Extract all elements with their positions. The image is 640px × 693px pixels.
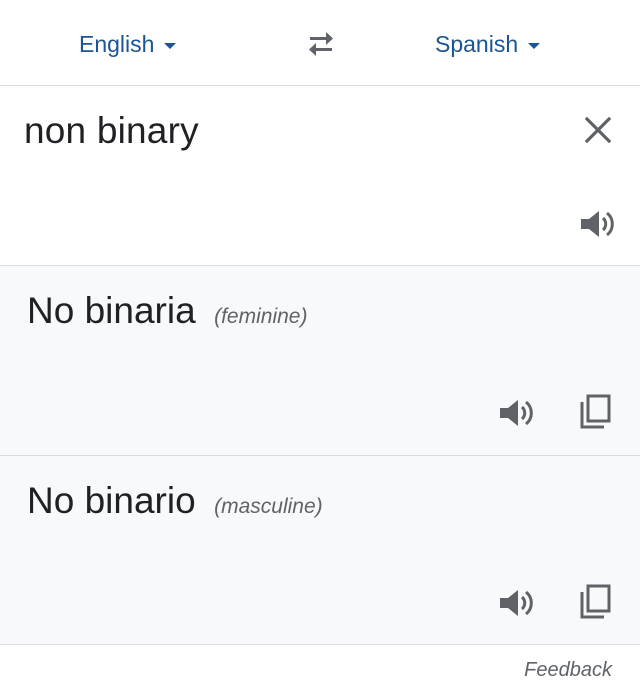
gender-label: (masculine) <box>214 495 323 518</box>
swap-arrows-icon[interactable] <box>301 28 341 60</box>
copy-icon[interactable] <box>578 584 612 620</box>
result-line: No binaria (feminine) <box>27 290 307 332</box>
speaker-icon[interactable] <box>497 396 535 430</box>
source-language-button[interactable]: English <box>79 28 177 60</box>
translation-result-feminine: No binaria (feminine) <box>0 266 640 456</box>
speaker-icon[interactable] <box>578 207 616 241</box>
caret-down-icon <box>164 42 177 49</box>
target-language-label: Spanish <box>435 30 519 57</box>
close-icon[interactable] <box>582 114 614 146</box>
source-text[interactable]: non binary <box>24 110 199 152</box>
target-language-button[interactable]: Spanish <box>435 28 541 60</box>
footer: Feedback <box>0 645 640 693</box>
translated-text: No binaria <box>27 290 196 331</box>
result-line: No binario (masculine) <box>27 480 323 522</box>
source-input-area[interactable]: non binary <box>0 86 640 266</box>
caret-down-icon <box>528 42 541 49</box>
feedback-link[interactable]: Feedback <box>524 659 612 682</box>
speaker-icon[interactable] <box>497 586 535 620</box>
translated-text: No binario <box>27 480 196 521</box>
source-language-label: English <box>79 30 155 57</box>
copy-icon[interactable] <box>578 394 612 430</box>
translation-result-masculine: No binario (masculine) <box>0 456 640 645</box>
gender-label: (feminine) <box>214 305 308 328</box>
language-bar: English Spanish <box>0 0 640 86</box>
